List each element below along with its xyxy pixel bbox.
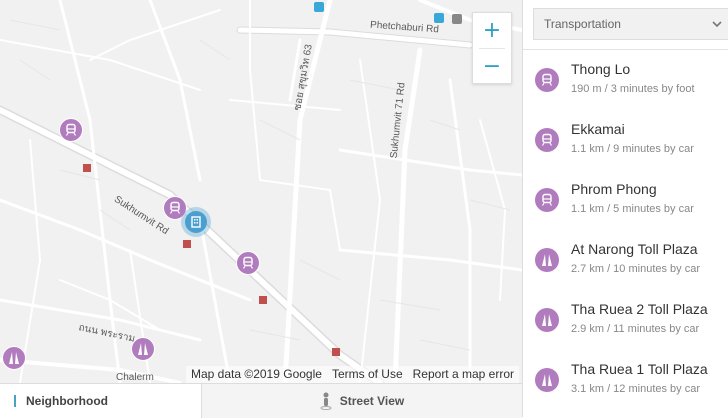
chevron-down-icon bbox=[712, 21, 722, 28]
category-select-value: Transportation bbox=[544, 17, 621, 31]
train-icon bbox=[242, 256, 254, 269]
terms-of-use-link[interactable]: Terms of Use bbox=[327, 366, 408, 383]
item-name: Phrom Phong bbox=[571, 181, 657, 197]
train-icon bbox=[65, 123, 77, 136]
zoom-control: + − bbox=[472, 12, 512, 84]
toll-plaza-marker[interactable] bbox=[131, 337, 155, 361]
report-map-error-link[interactable]: Report a map error bbox=[408, 366, 519, 383]
road-label-chalerm: Chalerm bbox=[116, 372, 154, 383]
train-icon bbox=[541, 73, 553, 86]
map-tabs: Neighborhood Street View bbox=[0, 383, 522, 418]
map-view[interactable]: Phetchaburi Rd Sukhumvit Rd Sukhumvit 71… bbox=[0, 0, 522, 383]
list-item[interactable]: Tha Ruea 1 Toll Plaza 3.1 km / 12 minute… bbox=[523, 359, 728, 419]
road-icon bbox=[542, 314, 552, 326]
zoom-in-button[interactable]: + bbox=[473, 13, 511, 48]
item-icon bbox=[535, 368, 559, 392]
panel-divider bbox=[523, 49, 728, 50]
train-icon bbox=[541, 193, 553, 206]
tab-street-view-label: Street View bbox=[339, 394, 405, 408]
road-icon bbox=[9, 352, 19, 364]
list-item[interactable]: Ekkamai 1.1 km / 9 minutes by car bbox=[523, 119, 728, 179]
train-icon bbox=[169, 201, 181, 214]
bus-stop-icon bbox=[332, 348, 340, 356]
item-distance: 1.1 km / 9 minutes by car bbox=[571, 143, 694, 155]
transit-icon bbox=[434, 13, 444, 23]
item-icon bbox=[535, 248, 559, 272]
list-item[interactable]: Tha Ruea 2 Toll Plaza 2.9 km / 11 minute… bbox=[523, 299, 728, 359]
home-marker[interactable] bbox=[181, 207, 211, 237]
map-attribution: Map data ©2019 Google Terms of Use Repor… bbox=[186, 366, 519, 383]
item-name: Ekkamai bbox=[571, 121, 625, 137]
item-name: Tha Ruea 1 Toll Plaza bbox=[571, 361, 708, 377]
item-distance: 3.1 km / 12 minutes by car bbox=[571, 383, 700, 395]
list-item[interactable]: Thong Lo 190 m / 3 minutes by foot bbox=[523, 59, 728, 119]
train-station-marker[interactable] bbox=[59, 118, 83, 142]
road-icon bbox=[542, 374, 552, 386]
tab-neighborhood-label: Neighborhood bbox=[26, 394, 108, 408]
bus-stop-icon bbox=[259, 296, 267, 304]
home-icon bbox=[191, 216, 201, 228]
item-distance: 2.7 km / 10 minutes by car bbox=[571, 263, 700, 275]
item-icon bbox=[535, 128, 559, 152]
transit-icon bbox=[314, 2, 324, 12]
tab-street-view[interactable]: Street View bbox=[202, 384, 522, 418]
nearby-panel: Transportation Thong Lo 190 m / 3 minute… bbox=[522, 0, 728, 417]
toll-plaza-marker[interactable] bbox=[2, 346, 26, 370]
list-item[interactable]: Phrom Phong 1.1 km / 5 minutes by car bbox=[523, 179, 728, 239]
item-distance: 2.9 km / 11 minutes by car bbox=[571, 323, 700, 335]
transit-icon bbox=[452, 14, 462, 24]
category-select[interactable]: Transportation bbox=[533, 8, 728, 40]
item-distance: 1.1 km / 5 minutes by car bbox=[571, 203, 694, 215]
bus-stop-icon bbox=[183, 240, 191, 248]
item-icon bbox=[535, 68, 559, 92]
item-icon bbox=[535, 308, 559, 332]
train-icon bbox=[541, 133, 553, 146]
bus-stop-icon bbox=[83, 164, 91, 172]
pegman-icon bbox=[320, 392, 332, 410]
item-icon bbox=[535, 188, 559, 212]
active-tab-indicator bbox=[14, 395, 16, 407]
item-name: Thong Lo bbox=[571, 61, 631, 77]
tab-neighborhood[interactable]: Neighborhood bbox=[0, 384, 202, 418]
zoom-out-button[interactable]: − bbox=[473, 49, 511, 84]
item-name: At Narong Toll Plaza bbox=[571, 241, 698, 257]
road-icon bbox=[542, 254, 552, 266]
list-item[interactable]: At Narong Toll Plaza 2.7 km / 10 minutes… bbox=[523, 239, 728, 299]
item-name: Tha Ruea 2 Toll Plaza bbox=[571, 301, 708, 317]
road-icon bbox=[138, 343, 148, 355]
home-marker-inner bbox=[185, 211, 207, 233]
train-station-marker[interactable] bbox=[236, 251, 260, 275]
map-data-credit: Map data ©2019 Google bbox=[191, 367, 322, 381]
item-distance: 190 m / 3 minutes by foot bbox=[571, 83, 695, 95]
